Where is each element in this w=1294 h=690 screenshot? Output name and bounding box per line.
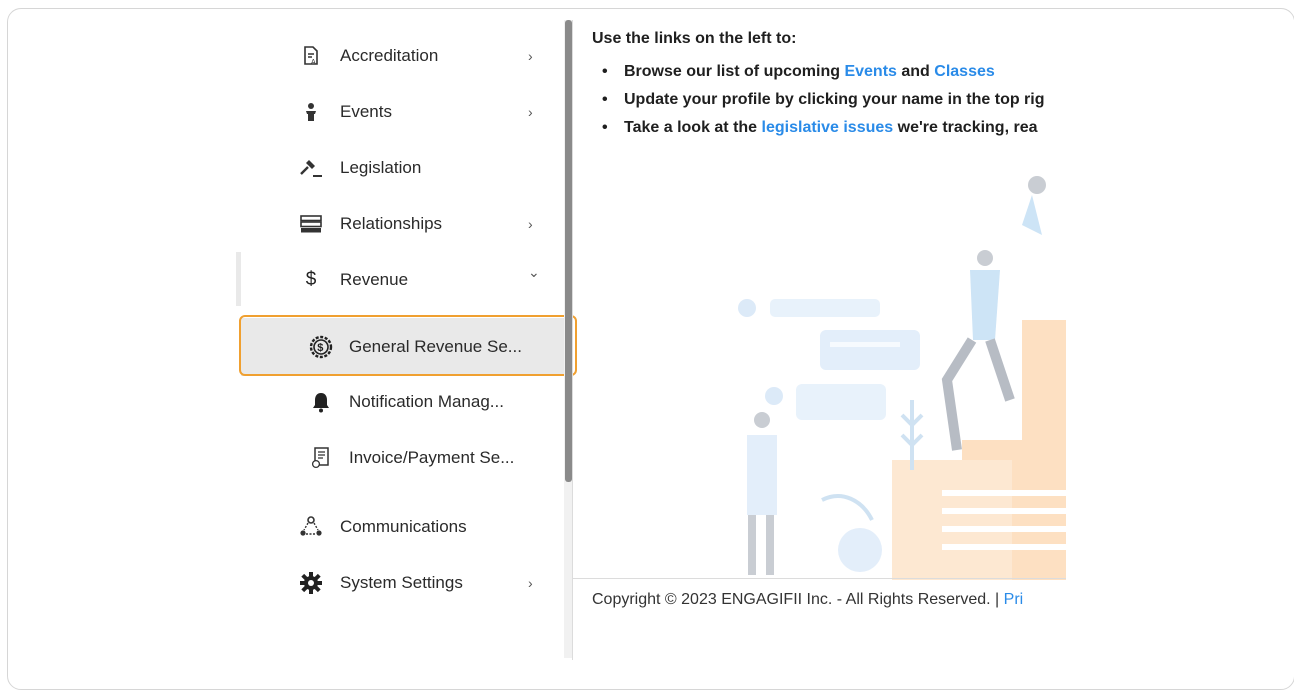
sidebar: A Accreditation › Events › Legislation R… (0, 0, 577, 664)
events-link[interactable]: Events (844, 63, 896, 80)
sidebar-item-label: Invoice/Payment Se... (349, 448, 515, 467)
sidebar-subitem-notification-management[interactable]: Notification Manag... (236, 374, 566, 430)
classes-link[interactable]: Classes (934, 63, 995, 80)
gavel-icon (298, 155, 324, 181)
main-content: Use the links on the left to: Browse our… (592, 30, 1067, 590)
certificate-icon: A (298, 43, 324, 69)
sidebar-item-accreditation[interactable]: A Accreditation › (236, 28, 566, 84)
sidebar-item-label: Accreditation (340, 46, 439, 65)
sidebar-item-legislation[interactable]: Legislation (236, 140, 566, 196)
links-list: Browse our list of upcoming Events and C… (592, 58, 1067, 142)
chevron-right-icon: › (528, 216, 533, 232)
sidebar-item-system-settings[interactable]: System Settings › (236, 555, 566, 611)
intro-text: Use the links on the left to: (592, 30, 797, 47)
sidebar-subitem-invoice-payment-settings[interactable]: Invoice/Payment Se... (236, 430, 566, 486)
legislative-issues-link[interactable]: legislative issues (762, 119, 894, 136)
dollar-icon: $ (305, 269, 317, 290)
bullet-text: Browse our list of upcoming (624, 63, 845, 80)
chevron-right-icon: › (528, 48, 533, 64)
bullet-text: Take a look at the (624, 119, 762, 136)
content-clip (1066, 20, 1294, 660)
sidebar-item-label: Legislation (340, 158, 422, 177)
sidebar-item-events[interactable]: Events › (236, 84, 566, 140)
welcome-illustration (738, 176, 1067, 580)
sidebar-item-relationships[interactable]: Relationships › (236, 196, 566, 252)
server-stack-icon (298, 211, 324, 237)
list-item: Browse our list of upcoming Events and C… (602, 58, 1067, 86)
bell-icon (308, 389, 334, 415)
list-item: Update your profile by clicking your nam… (602, 86, 1067, 114)
sidebar-item-communications[interactable]: Communications (236, 499, 566, 555)
sidebar-item-label: Events (340, 102, 392, 121)
footer-divider (572, 578, 1066, 579)
chevron-down-icon: ⌄ (528, 264, 540, 280)
sidebar-item-revenue[interactable]: $ Revenue ⌄ (236, 252, 566, 308)
bullet-text: and (896, 63, 935, 80)
svg-text:A: A (311, 59, 316, 66)
scrollbar-thumb[interactable] (565, 20, 572, 482)
sidebar-item-label: Revenue (340, 270, 409, 289)
privacy-link[interactable]: Pri (1004, 591, 1024, 608)
invoice-icon (308, 445, 334, 471)
footer: Copyright © 2023 ENGAGIFII Inc. - All Ri… (592, 591, 1066, 609)
highlight-box (239, 315, 577, 376)
chevron-right-icon: › (528, 104, 533, 120)
person-podium-icon (298, 99, 324, 125)
sidebar-item-label: Notification Manag... (349, 392, 504, 411)
bullet-text: Update your profile by clicking your nam… (624, 91, 1045, 108)
gear-icon (298, 570, 324, 596)
chevron-right-icon: › (528, 575, 533, 591)
sidebar-item-label: System Settings (340, 573, 463, 592)
network-icon (298, 514, 324, 540)
list-item: Take a look at the legislative issues we… (602, 114, 1067, 142)
copyright-text: Copyright © 2023 ENGAGIFII Inc. - All Ri… (592, 591, 1004, 608)
bullet-text: we're tracking, rea (893, 119, 1038, 136)
panel-divider (572, 20, 573, 660)
sidebar-item-label: Communications (340, 517, 467, 536)
sidebar-item-label: Relationships (340, 214, 443, 233)
